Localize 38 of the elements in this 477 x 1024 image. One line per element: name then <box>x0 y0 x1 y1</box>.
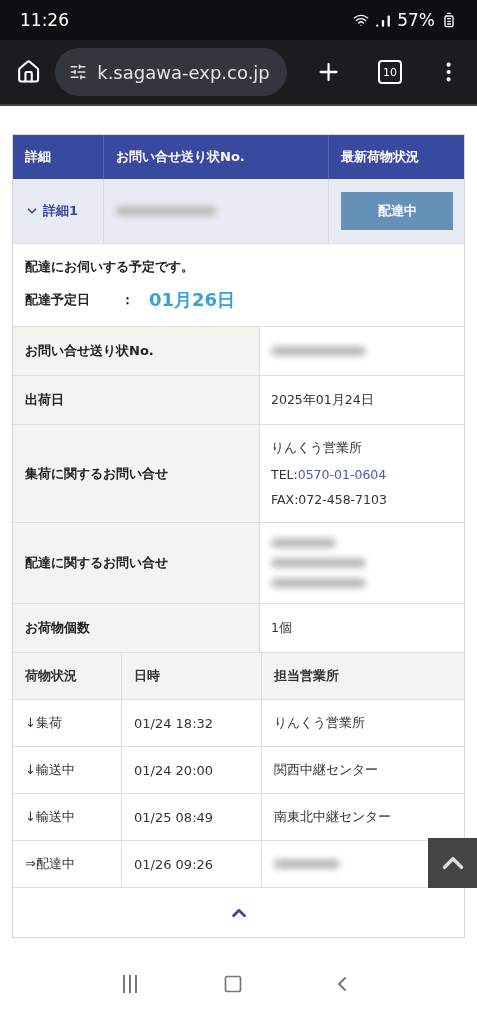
detail-label: お問い合せ送り状No. <box>13 327 260 375</box>
detail-label: 集荷に関するお問い合せ <box>13 425 260 522</box>
column-header: 詳細 <box>24 148 52 166</box>
time-cell: 01/26 09:26 <box>121 841 261 887</box>
separator: ： <box>121 291 135 309</box>
battery-icon <box>441 12 457 28</box>
detail-label: 出荷日 <box>13 376 260 424</box>
detail-value: 1個 <box>271 619 293 637</box>
redacted-text <box>274 859 340 869</box>
address-bar[interactable]: k.sagawa-exp.co.jp <box>55 48 288 96</box>
status-cell-text: ⇒配達中 <box>24 855 76 873</box>
detail-value: 2025年01月24日 <box>271 391 375 409</box>
redacted-text <box>271 538 336 548</box>
status-cell-text: ↓集荷 <box>24 714 63 732</box>
status-cell-text: ↓輸送中 <box>24 808 76 826</box>
details-toggle[interactable]: 詳細1 <box>25 202 79 220</box>
phone-line: TEL:0570-01-0604 <box>271 467 388 482</box>
delivery-message: 配達にお伺いする予定です。 <box>25 258 195 276</box>
url-text: k.sagawa-exp.co.jp <box>97 61 270 83</box>
detail-value: りんくう営業所 <box>271 440 363 457</box>
clock: 11:26 <box>20 10 69 30</box>
status-cell-text: ↓輸送中 <box>24 761 76 779</box>
signal-icon <box>375 12 392 28</box>
site-settings-icon[interactable] <box>69 63 88 81</box>
battery-level: 57% <box>397 10 435 30</box>
back-to-top-button[interactable] <box>428 838 477 888</box>
home-icon[interactable] <box>16 59 42 85</box>
phone-link[interactable]: 0570-01-0604 <box>297 467 387 482</box>
detail-label: 配達に関するお問い合せ <box>13 523 260 603</box>
home-button-icon[interactable] <box>223 974 244 994</box>
detail-value: FAX:072-458-7103 <box>271 492 388 507</box>
recents-icon[interactable] <box>123 975 138 993</box>
delivery-date-label: 配達予定日 <box>25 291 91 309</box>
delivery-date: 01月26日 <box>149 288 236 312</box>
wifi-icon <box>353 12 370 28</box>
column-header: 荷物状況 <box>24 667 78 685</box>
tab-count[interactable]: 10 <box>378 60 402 84</box>
detail-label: お荷物個数 <box>13 604 260 652</box>
